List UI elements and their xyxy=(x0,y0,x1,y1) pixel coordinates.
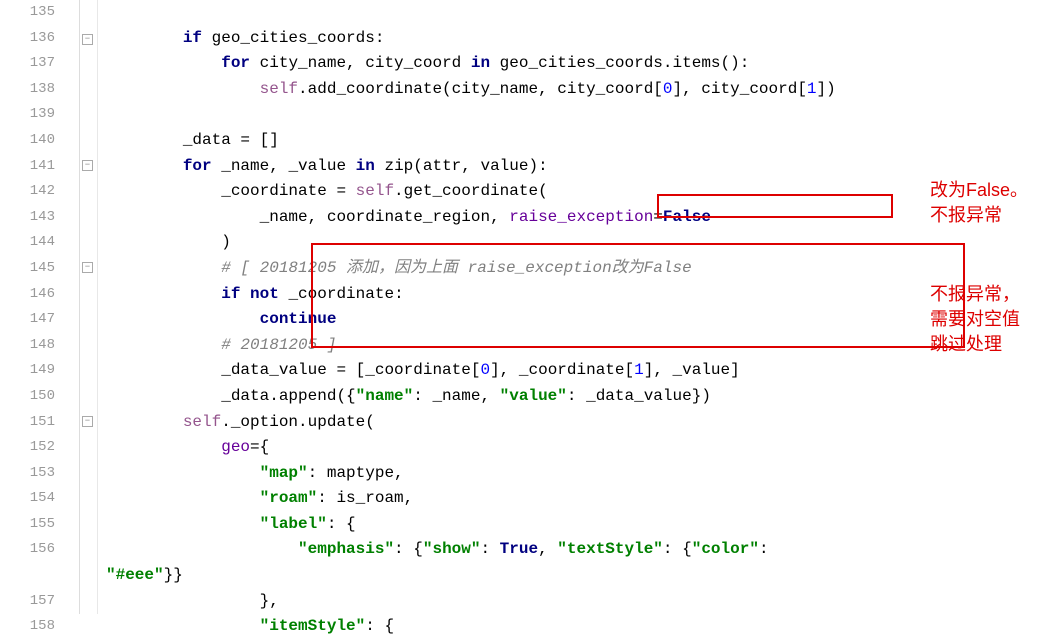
code-line[interactable]: "map": maptype, xyxy=(106,461,1056,487)
editor-root: 1351361371381391401411421431441451461471… xyxy=(0,0,1056,614)
code-line[interactable]: "emphasis": {"show": True, "textStyle": … xyxy=(106,537,1056,563)
code-area[interactable]: if geo_cities_coords: for city_name, cit… xyxy=(98,0,1056,614)
line-number: 144 xyxy=(0,230,55,256)
code-line[interactable]: if geo_cities_coords: xyxy=(106,26,1056,52)
code-line[interactable]: }, xyxy=(106,589,1056,615)
line-number: 158 xyxy=(0,614,55,640)
line-number: 155 xyxy=(0,512,55,538)
fold-toggle-icon[interactable]: − xyxy=(82,34,93,45)
code-line[interactable]: _data = [] xyxy=(106,128,1056,154)
line-number: 138 xyxy=(0,77,55,103)
line-number: 142 xyxy=(0,179,55,205)
line-number: 136 xyxy=(0,26,55,52)
code-line[interactable]: self._option.update( xyxy=(106,410,1056,436)
line-number: 147 xyxy=(0,307,55,333)
code-line[interactable]: # [ 20181205 添加，因为上面 raise_exception改为Fa… xyxy=(106,256,1056,282)
line-number: 151 xyxy=(0,410,55,436)
code-line[interactable]: _data_value = [_coordinate[0], _coordina… xyxy=(106,358,1056,384)
line-number: 148 xyxy=(0,333,55,359)
line-number: 141 xyxy=(0,154,55,180)
fold-toggle-icon[interactable]: − xyxy=(82,416,93,427)
line-number: 135 xyxy=(0,0,55,26)
code-line[interactable]: geo={ xyxy=(106,435,1056,461)
line-number xyxy=(0,563,55,589)
line-number: 157 xyxy=(0,589,55,615)
line-number: 156 xyxy=(0,537,55,563)
line-number: 145 xyxy=(0,256,55,282)
code-line[interactable]: _coordinate = self.get_coordinate( xyxy=(106,179,1056,205)
code-line[interactable]: "itemStyle": { xyxy=(106,614,1056,640)
line-number: 140 xyxy=(0,128,55,154)
line-number: 150 xyxy=(0,384,55,410)
line-number-gutter[interactable]: 1351361371381391401411421431441451461471… xyxy=(0,0,80,614)
code-line[interactable]: # 20181205 ] xyxy=(106,333,1056,359)
code-line[interactable] xyxy=(106,102,1056,128)
line-number: 152 xyxy=(0,435,55,461)
line-number: 146 xyxy=(0,282,55,308)
fold-toggle-icon[interactable]: − xyxy=(82,262,93,273)
line-number: 139 xyxy=(0,102,55,128)
line-number: 153 xyxy=(0,461,55,487)
fold-column[interactable]: − − − − xyxy=(80,0,98,614)
line-number: 143 xyxy=(0,205,55,231)
code-line[interactable] xyxy=(106,0,1056,26)
code-line[interactable]: if not _coordinate: xyxy=(106,282,1056,308)
code-line[interactable]: for city_name, city_coord in geo_cities_… xyxy=(106,51,1056,77)
code-line[interactable]: continue xyxy=(106,307,1056,333)
code-line[interactable]: "#eee"}} xyxy=(106,563,1056,589)
annotation-text-2: 不报异常， 需要对空值 跳过处理 xyxy=(930,282,1020,358)
code-line[interactable]: _name, coordinate_region, raise_exceptio… xyxy=(106,205,1056,231)
line-number: 149 xyxy=(0,358,55,384)
annotation-text-1: 改为False。 不报异常 xyxy=(930,178,1028,228)
code-line[interactable]: self.add_coordinate(city_name, city_coor… xyxy=(106,77,1056,103)
line-number: 154 xyxy=(0,486,55,512)
fold-toggle-icon[interactable]: − xyxy=(82,160,93,171)
line-number: 137 xyxy=(0,51,55,77)
code-line[interactable]: for _name, _value in zip(attr, value): xyxy=(106,154,1056,180)
code-line[interactable]: _data.append({"name": _name, "value": _d… xyxy=(106,384,1056,410)
code-line[interactable]: "label": { xyxy=(106,512,1056,538)
code-line[interactable]: ) xyxy=(106,230,1056,256)
code-line[interactable]: "roam": is_roam, xyxy=(106,486,1056,512)
